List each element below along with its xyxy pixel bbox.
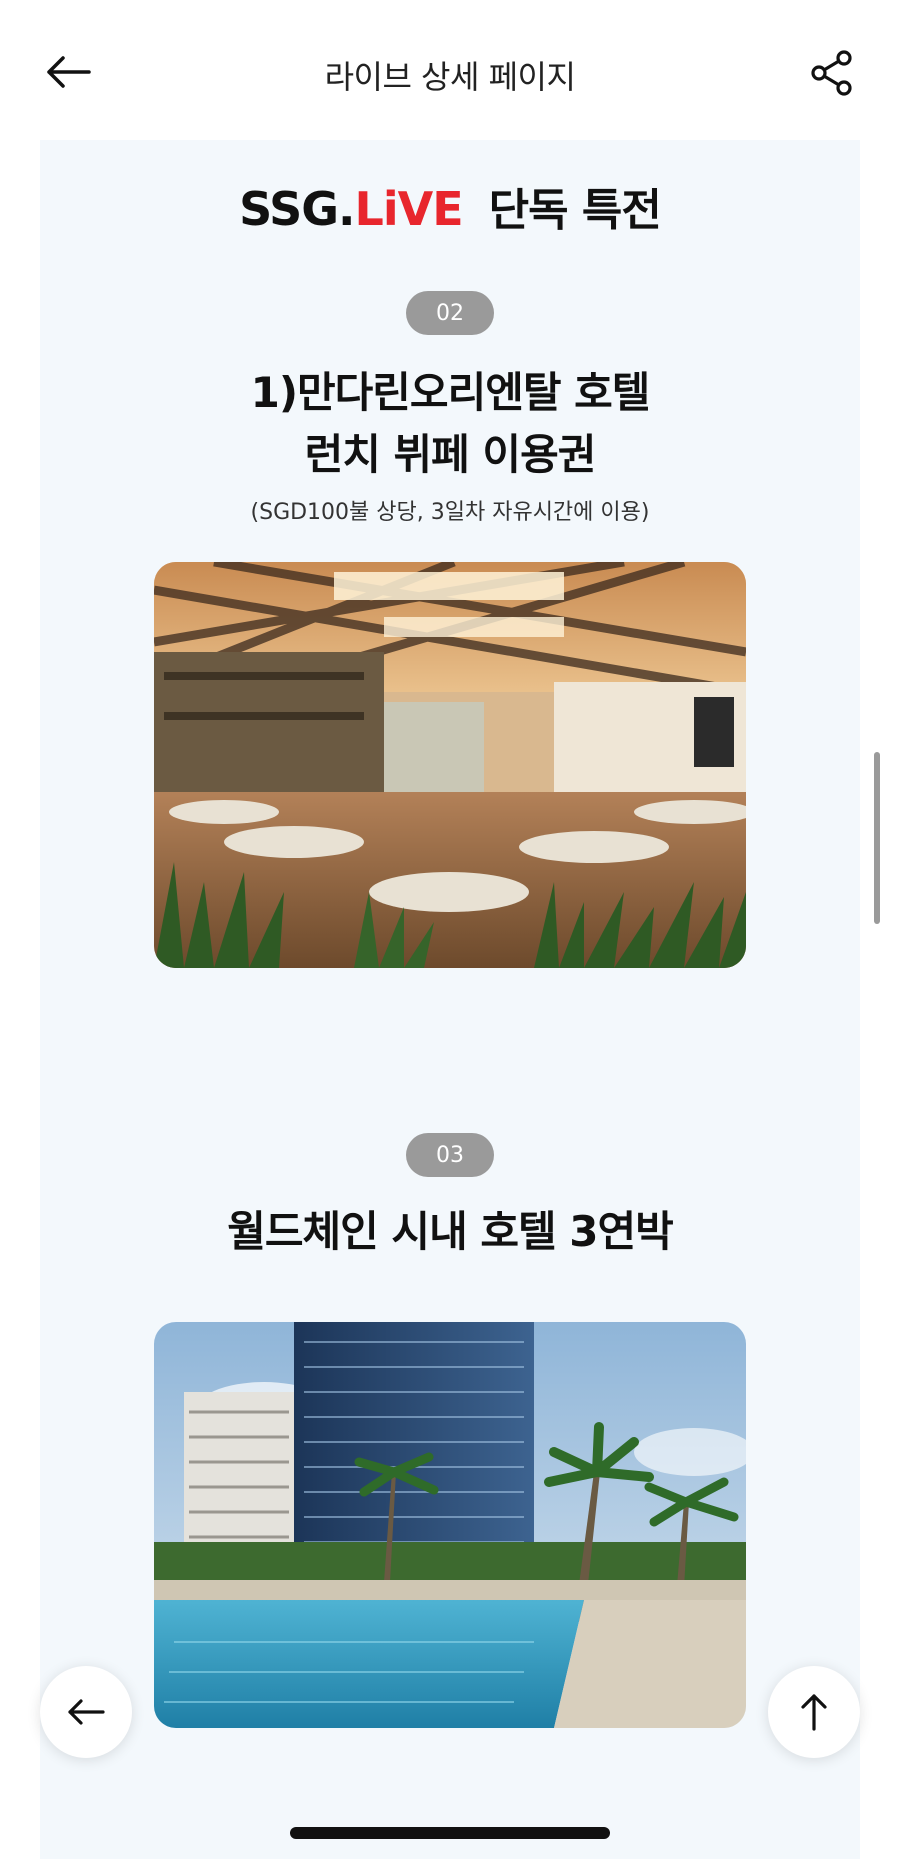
page-title: 라이브 상세 페이지 xyxy=(324,58,576,96)
brand-ssg: SSG. xyxy=(239,182,355,236)
section-title-line: 런치 뷔페 이용권 xyxy=(304,430,597,479)
section-title: 1)만다린오리엔탈 호텔 런치 뷔페 이용권 xyxy=(40,362,860,486)
section-title-line: 1)만다린오리엔탈 호텔 xyxy=(250,368,651,417)
brand-logo: SSG.LiVE xyxy=(239,182,464,236)
share-icon xyxy=(811,50,852,96)
app-header: 라이브 상세 페이지 xyxy=(0,0,900,140)
prev-page-button[interactable] xyxy=(40,1666,132,1758)
section-title-line: 월드체인 시내 호텔 3연박 xyxy=(227,1207,674,1256)
scroll-top-button[interactable] xyxy=(768,1666,860,1758)
brand-subtitle: 단독 특전 xyxy=(488,185,662,236)
brand-live: LiVE xyxy=(354,182,464,236)
step-badge: 02 xyxy=(406,291,494,335)
restaurant-interior-photo xyxy=(154,562,746,968)
brand-heading: SSG.LiVE 단독 특전 xyxy=(40,174,860,238)
share-button[interactable] xyxy=(804,48,860,98)
section-title: 월드체인 시내 호텔 3연박 xyxy=(40,1201,860,1263)
section-subtitle: (SGD100불 상당, 3일차 자유시간에 이용) xyxy=(250,500,650,525)
hotel-pool-photo xyxy=(154,1322,746,1728)
home-indicator xyxy=(290,1827,610,1839)
arrow-left-icon xyxy=(68,1699,105,1725)
live-detail-content: SSG.LiVE 단독 특전 02 1)만다린오리엔탈 호텔 런치 뷔페 이용권… xyxy=(40,140,860,1859)
scrollbar[interactable] xyxy=(874,752,880,924)
step-badge: 03 xyxy=(406,1133,494,1177)
arrow-up-icon xyxy=(801,1694,827,1731)
